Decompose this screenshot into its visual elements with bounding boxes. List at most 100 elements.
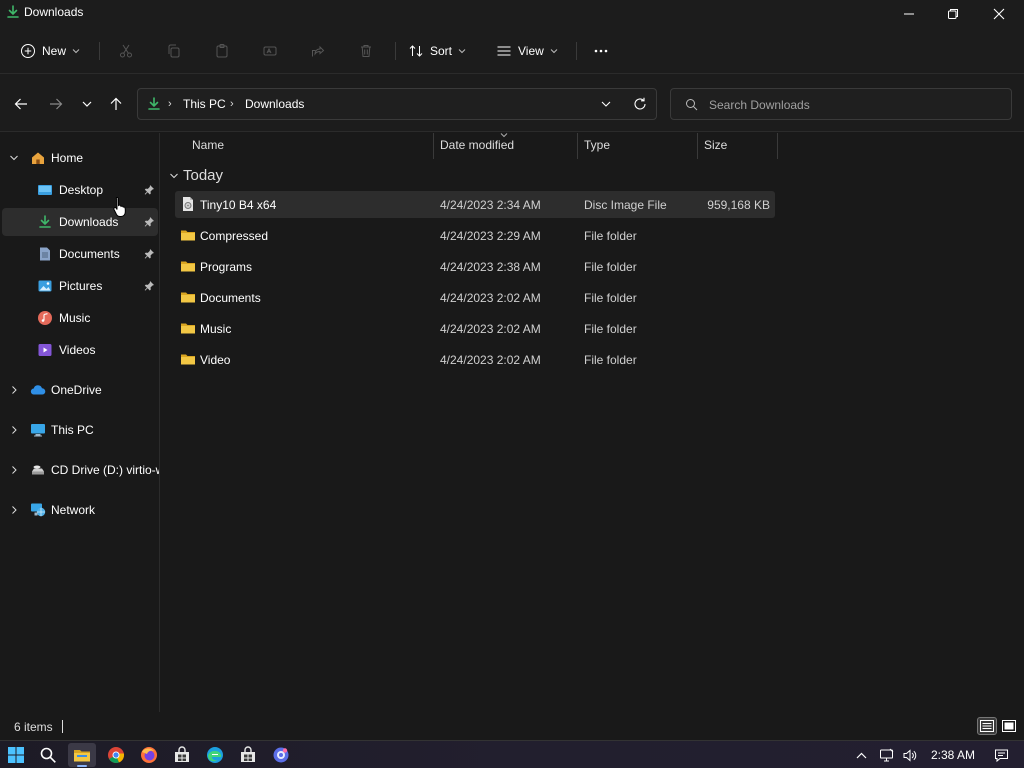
chevron-right-icon[interactable]: [9, 465, 19, 475]
file-date: 4/24/2023 2:02 AM: [440, 291, 541, 305]
notifications-button[interactable]: [992, 746, 1010, 764]
chevron-down-icon[interactable]: [600, 98, 612, 110]
file-name: Video: [200, 353, 231, 367]
cut-button[interactable]: [116, 41, 136, 61]
sidebar-item-label: Documents: [59, 247, 120, 261]
minimize-button[interactable]: [886, 0, 932, 28]
table-row[interactable]: Tiny10 B4 x64 4/24/2023 2:34 AM Disc Ima…: [175, 191, 775, 218]
taskbar-store-2[interactable]: [234, 743, 262, 767]
table-row[interactable]: Programs 4/24/2023 2:38 AM File folder: [175, 253, 775, 280]
file-name: Compressed: [200, 229, 269, 243]
sidebar-item-videos[interactable]: Videos: [2, 336, 158, 364]
title-bar: Downloads: [0, 0, 1024, 28]
column-header-label: Size: [704, 138, 728, 152]
chevron-right-icon[interactable]: [9, 385, 19, 395]
table-row[interactable]: Documents 4/24/2023 2:02 AM File folder: [175, 284, 775, 311]
item-count: 6 items: [14, 720, 53, 734]
view-button[interactable]: View: [488, 36, 566, 66]
taskbar-search-button[interactable]: [34, 743, 62, 767]
sidebar-item-desktop[interactable]: Desktop: [2, 176, 158, 204]
breadcrumb-chevron-icon: ›: [168, 98, 172, 110]
cut-icon: [120, 44, 132, 58]
column-header-name[interactable]: Name: [161, 133, 508, 159]
sidebar-item-documents[interactable]: Documents: [2, 240, 158, 268]
volume-button[interactable]: [900, 746, 918, 764]
rename-button[interactable]: [260, 41, 280, 61]
restore-button[interactable]: [930, 0, 976, 28]
more-options-button[interactable]: [591, 41, 611, 61]
restore-icon: [948, 9, 958, 19]
file-name: Music: [200, 322, 232, 336]
column-header-size[interactable]: Size: [698, 133, 778, 159]
taskbar-firefox[interactable]: [135, 743, 163, 767]
show-hidden-icons-button[interactable]: [852, 746, 870, 764]
sidebar-item-this-pc[interactable]: This PC: [2, 416, 158, 444]
taskbar-edge[interactable]: [201, 743, 229, 767]
active-indicator: [77, 765, 87, 767]
separator: [99, 42, 100, 60]
plus-circle-icon: [21, 44, 35, 58]
folder-icon: [181, 323, 195, 334]
status-bar: 6 items: [0, 712, 1024, 740]
chevron-right-icon[interactable]: [9, 425, 19, 435]
taskbar-file-explorer[interactable]: [68, 743, 96, 767]
breadcrumb-downloads[interactable]: Downloads: [245, 97, 304, 111]
sidebar-item-pictures[interactable]: Pictures: [2, 272, 158, 300]
file-type: File folder: [584, 229, 637, 243]
sidebar-item-label: Desktop: [59, 183, 104, 197]
sidebar-item-onedrive[interactable]: OneDrive: [2, 376, 158, 404]
sidebar-item-music[interactable]: Music: [2, 304, 158, 332]
column-header-label: Name: [192, 138, 225, 152]
separator: [576, 42, 577, 60]
start-button[interactable]: [2, 743, 30, 767]
sort-button[interactable]: Sort: [400, 36, 474, 66]
taskbar-store[interactable]: [168, 743, 196, 767]
taskbar-clock[interactable]: 2:38 AM: [931, 748, 975, 762]
table-row[interactable]: Music 4/24/2023 2:02 AM File folder: [175, 315, 775, 342]
share-button[interactable]: [308, 41, 328, 61]
up-button[interactable]: [104, 92, 128, 116]
network-status-button[interactable]: [877, 746, 895, 764]
address-bar[interactable]: › This PC › Downloads: [137, 88, 657, 120]
large-icons-view-button[interactable]: [999, 717, 1019, 735]
chevron-down-icon: [550, 49, 558, 54]
folder-icon: [181, 230, 195, 241]
file-date: 4/24/2023 2:02 AM: [440, 322, 541, 336]
arrow-up-icon: [110, 97, 122, 110]
delete-button[interactable]: [356, 41, 376, 61]
back-button[interactable]: [9, 92, 33, 116]
details-view-button[interactable]: [977, 717, 997, 735]
hand-pointer-cursor-icon: [113, 196, 126, 217]
refresh-icon[interactable]: [632, 96, 648, 112]
chevron-down-icon[interactable]: [169, 171, 179, 181]
sidebar-item-cd-drive[interactable]: CD Drive (D:) virtio-w: [2, 456, 159, 484]
new-button[interactable]: New: [12, 36, 88, 66]
sidebar-item-label: This PC: [51, 423, 94, 437]
search-box[interactable]: [670, 88, 1012, 120]
paste-button[interactable]: [212, 41, 232, 61]
delete-icon: [361, 45, 371, 57]
settings-icon: [273, 747, 289, 763]
recent-locations-button[interactable]: [75, 92, 99, 116]
column-header-type[interactable]: Type: [578, 133, 698, 159]
column-header-date-modified[interactable]: Date modified: [434, 133, 578, 159]
sidebar-item-downloads[interactable]: Downloads: [2, 208, 158, 236]
chevron-right-icon[interactable]: [9, 505, 19, 515]
table-row[interactable]: Compressed 4/24/2023 2:29 AM File folder: [175, 222, 775, 249]
taskbar-settings[interactable]: [267, 743, 295, 767]
chevron-down-icon[interactable]: [9, 153, 19, 163]
breadcrumb-this-pc[interactable]: This PC: [183, 97, 226, 111]
sidebar-item-network[interactable]: Network: [2, 496, 158, 524]
search-input[interactable]: [709, 96, 999, 114]
taskbar-chrome[interactable]: [102, 743, 130, 767]
table-row[interactable]: Video 4/24/2023 2:02 AM File folder: [175, 346, 775, 373]
sidebar-item-home[interactable]: Home: [2, 144, 158, 172]
edge-icon: [207, 747, 223, 763]
cloud-icon: [30, 385, 46, 395]
group-header-today[interactable]: Today: [183, 167, 223, 184]
folder-icon: [181, 292, 195, 303]
close-button[interactable]: [976, 0, 1022, 28]
network-status-icon: [879, 748, 893, 761]
forward-button[interactable]: [44, 92, 68, 116]
copy-button[interactable]: [164, 41, 184, 61]
